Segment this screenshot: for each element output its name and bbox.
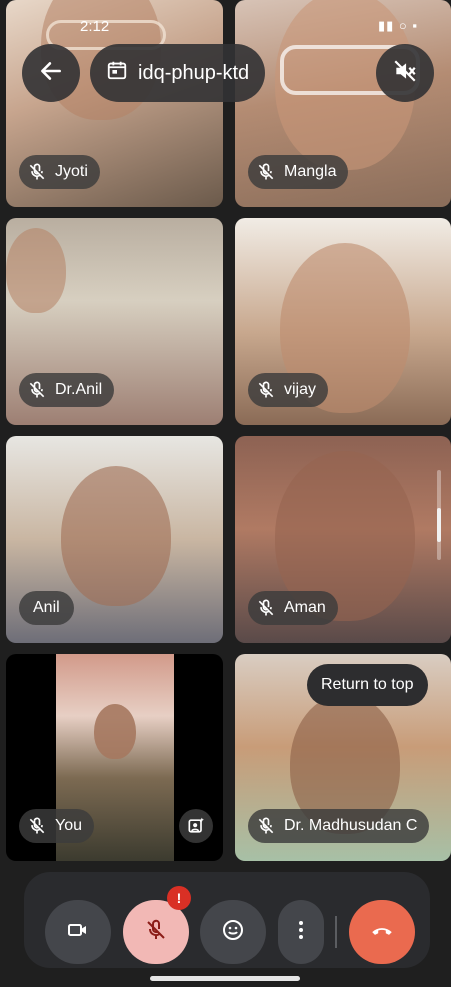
video-camera-icon [66, 918, 90, 947]
participant-tile-jyoti[interactable]: Jyoti [6, 0, 223, 207]
participant-name-pill: Dr. Madhusudan C [248, 809, 430, 843]
participant-tile-you[interactable]: You [6, 654, 223, 861]
reactions-button[interactable] [200, 900, 266, 964]
participant-name-pill: Anil [19, 591, 74, 625]
participant-video [61, 466, 171, 606]
participant-name: Dr.Anil [55, 381, 103, 398]
participant-name: Anil [33, 599, 60, 616]
status-time: 2:12 [80, 18, 110, 35]
mic-warning-badge: ! [167, 886, 191, 910]
mic-off-icon [27, 162, 47, 182]
more-vertical-icon [289, 918, 313, 947]
end-call-icon [369, 917, 395, 948]
participant-name: You [55, 817, 82, 834]
participant-tile-aman[interactable]: Aman [235, 436, 451, 643]
speaker-off-icon [392, 58, 418, 89]
camera-toggle-button[interactable] [45, 900, 111, 964]
control-divider [335, 916, 337, 948]
mic-off-icon [144, 918, 168, 947]
participant-name-pill: Jyoti [19, 155, 100, 189]
participant-name-pill: Aman [248, 591, 338, 625]
emoji-icon [221, 918, 245, 947]
status-icons: ▮▮ ○ ▪ [378, 18, 418, 33]
participant-name-pill: You [19, 809, 94, 843]
participant-video [6, 228, 66, 313]
calendar-icon [106, 59, 128, 87]
return-to-top-button[interactable]: Return to top [307, 664, 428, 706]
participant-name-pill: Dr.Anil [19, 373, 115, 407]
speaker-toggle-button[interactable] [376, 44, 434, 102]
scrollbar-thumb[interactable] [437, 508, 441, 542]
back-button[interactable] [22, 44, 80, 102]
meeting-code: idq-phup-ktd [138, 61, 250, 84]
participant-name: Aman [284, 599, 326, 616]
participant-video [94, 704, 136, 759]
mic-off-icon [256, 816, 276, 836]
participant-name: Jyoti [55, 163, 88, 180]
mic-off-icon [256, 598, 276, 618]
participant-name: Dr. Madhusudan C [284, 817, 418, 834]
participant-grid: Jyoti Mangla Dr.Anil vijay Anil Aman You… [0, 0, 451, 870]
call-control-bar: ! [24, 872, 430, 968]
more-options-button[interactable] [278, 900, 324, 964]
participant-tile-vijay[interactable]: vijay [235, 218, 451, 425]
participant-name: Mangla [284, 163, 337, 180]
participant-tile-dr-anil[interactable]: Dr.Anil [6, 218, 223, 425]
participant-tile-anil[interactable]: Anil [6, 436, 223, 643]
participant-tile-mangla[interactable]: Mangla [235, 0, 451, 207]
participant-name-pill: Mangla [248, 155, 349, 189]
mic-off-icon [256, 162, 276, 182]
participant-name: vijay [284, 381, 317, 398]
end-call-button[interactable] [349, 900, 415, 964]
mic-off-icon [27, 380, 47, 400]
participant-name-pill: vijay [248, 373, 329, 407]
meeting-info-button[interactable]: idq-phup-ktd [90, 44, 266, 102]
effects-icon[interactable] [179, 809, 213, 843]
mic-off-icon [256, 380, 276, 400]
arrow-left-icon [38, 58, 64, 89]
home-indicator[interactable] [150, 976, 300, 981]
mic-off-icon [27, 816, 47, 836]
